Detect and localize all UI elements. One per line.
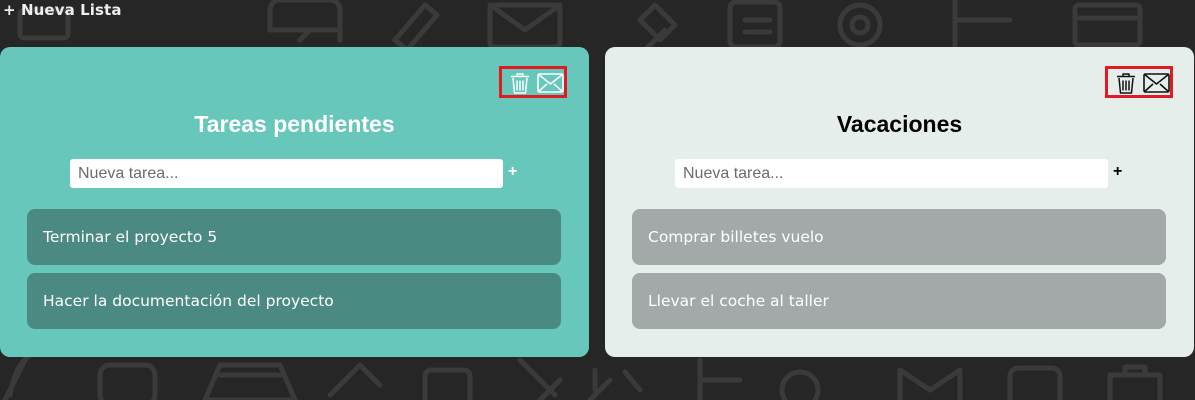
new-task-input[interactable] (675, 159, 1108, 188)
mail-icon[interactable] (537, 73, 564, 93)
list-card: Vacaciones + Comprar billetes vuelo Llev… (605, 47, 1194, 357)
task-item[interactable]: Terminar el proyecto 5 (27, 209, 561, 265)
card-actions (1105, 66, 1173, 98)
trash-icon[interactable] (510, 72, 530, 94)
list-title: Tareas pendientes (194, 111, 395, 137)
list-title: Vacaciones (836, 111, 963, 137)
card-actions (499, 66, 567, 98)
mail-icon[interactable] (1143, 73, 1170, 93)
task-item[interactable]: Hacer la documentación del proyecto (27, 273, 561, 329)
new-task-input[interactable] (70, 159, 503, 188)
add-task-button[interactable]: + (508, 162, 517, 182)
task-item[interactable]: Comprar billetes vuelo (632, 209, 1166, 265)
trash-icon[interactable] (1116, 72, 1136, 94)
list-card: Tareas pendientes + Terminar el proyecto… (0, 47, 589, 357)
add-task-button[interactable]: + (1113, 162, 1122, 182)
new-list-button[interactable]: + Nueva Lista (3, 1, 122, 19)
task-item[interactable]: Llevar el coche al taller (632, 273, 1166, 329)
